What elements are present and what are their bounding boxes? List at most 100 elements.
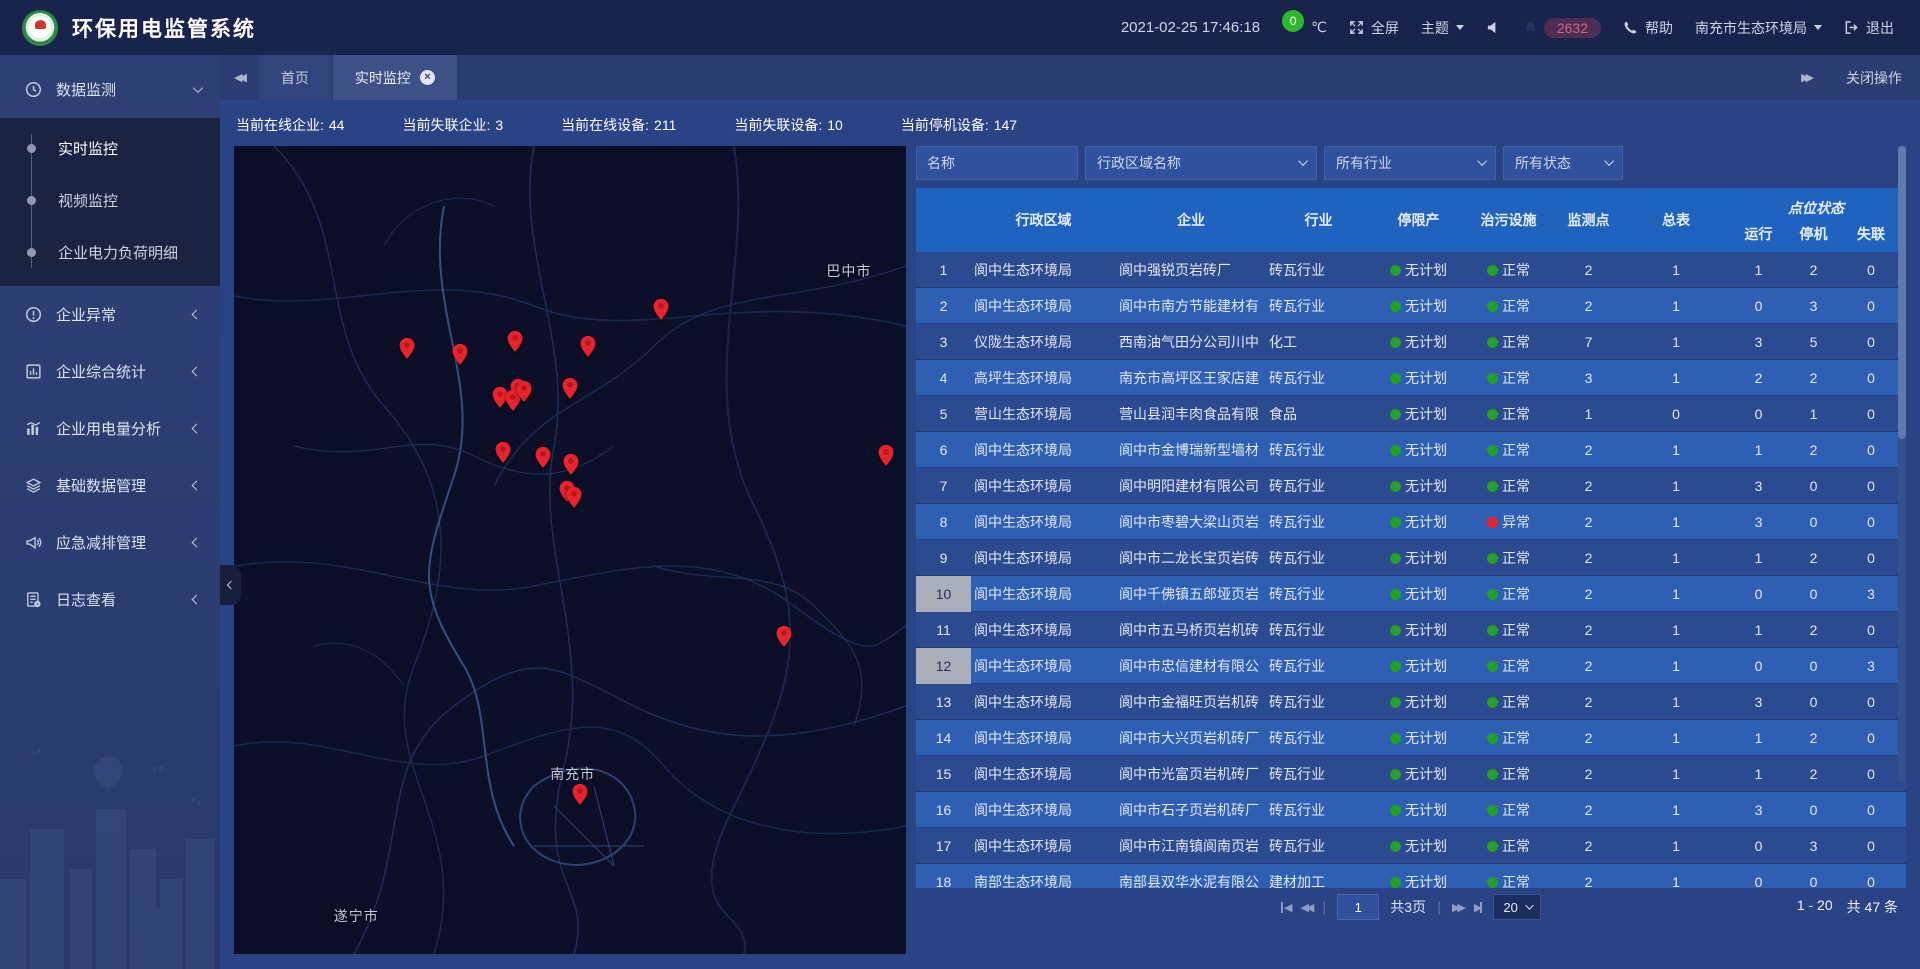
cell-industry: 砖瓦行业	[1266, 800, 1371, 820]
scrollbar-thumb[interactable]	[1898, 146, 1906, 439]
logout-button[interactable]: 退出	[1844, 18, 1894, 38]
page-size-select[interactable]: 20	[1493, 894, 1541, 920]
map-pin-icon[interactable]	[877, 444, 894, 467]
sidebar-item-log-view[interactable]: 日志查看	[0, 571, 220, 628]
table-row[interactable]: 2 阆中生态环境局 阆中市南方节能建材有 砖瓦行业 无计划 正常 2 1 0 3…	[916, 288, 1906, 324]
cell-stop-count: 0	[1791, 586, 1836, 602]
sidebar-item-emergency-reduction[interactable]: 应急减排管理	[0, 514, 220, 571]
layers-icon	[24, 477, 42, 495]
table-row[interactable]: 5 营山生态环境局 营山县润丰肉食品有限 食品 无计划 正常 1 0 0 1 0	[916, 396, 1906, 432]
chevron-left-icon	[192, 595, 202, 605]
table-header: 行政区域 企业 行业 停限产 治污设施 监测点 总表 点位状态 运行 停机 失联	[916, 188, 1906, 252]
map-panel[interactable]: 巴中市 南充市 遂宁市	[234, 146, 906, 954]
cell-stop-count: 2	[1791, 262, 1836, 278]
sidebar-item-company-abnormal[interactable]: 企业异常	[0, 286, 220, 343]
page-number-input[interactable]	[1337, 894, 1379, 920]
table-row[interactable]: 8 阆中生态环境局 阆中市枣碧大梁山页岩 砖瓦行业 无计划 异常 2 1 3 0…	[916, 504, 1906, 540]
notification-area[interactable]: 2632	[1523, 18, 1601, 38]
table-row[interactable]: 1 阆中生态环境局 阆中强锐页岩砖厂 砖瓦行业 无计划 正常 2 1 1 2 0	[916, 252, 1906, 288]
sidebar-collapse-button[interactable]	[220, 565, 241, 605]
cell-company: 阆中市忠信建材有限公	[1116, 656, 1266, 676]
row-number: 18	[916, 864, 971, 888]
table-row[interactable]: 15 阆中生态环境局 阆中市光富页岩机砖厂 砖瓦行业 无计划 正常 2 1 1 …	[916, 756, 1906, 792]
industry-filter-select[interactable]: 所有行业	[1324, 146, 1496, 180]
cell-limit-status: 无计划	[1371, 872, 1466, 888]
sidebar-item-data-monitoring[interactable]: 数据监测	[0, 61, 220, 118]
last-page-button[interactable]: ▶	[1474, 901, 1482, 914]
first-page-button[interactable]: ◀	[1281, 901, 1289, 914]
tab-close-icon[interactable]: ×	[420, 70, 435, 85]
sidebar-item-power-analysis[interactable]: 企业用电量分析	[0, 400, 220, 457]
tabs-scroll-left-button[interactable]: ◀◀	[234, 71, 243, 84]
table-row[interactable]: 11 阆中生态环境局 阆中市五马桥页岩机砖 砖瓦行业 无计划 正常 2 1 1 …	[916, 612, 1906, 648]
cell-monitor-count: 1	[1551, 406, 1626, 422]
close-operations-button[interactable]: 关闭操作	[1846, 68, 1902, 88]
sidebar-subitem-video-monitoring[interactable]: 视频监控	[0, 174, 220, 226]
cell-stop-count: 2	[1791, 766, 1836, 782]
map-pin-icon[interactable]	[451, 343, 468, 366]
bell-icon	[1523, 20, 1538, 35]
row-number: 3	[916, 324, 971, 360]
cell-lost-count: 3	[1836, 658, 1906, 674]
sidebar-item-company-statistics[interactable]: 企业综合统计	[0, 343, 220, 400]
cell-lost-count: 0	[1836, 298, 1906, 314]
name-filter-input[interactable]	[916, 146, 1078, 180]
sidebar-subitem-realtime-monitoring[interactable]: 实时监控	[0, 122, 220, 174]
map-pin-icon[interactable]	[535, 446, 552, 469]
table-row[interactable]: 6 阆中生态环境局 阆中市金博瑞新型墙材 砖瓦行业 无计划 正常 2 1 1 2…	[916, 432, 1906, 468]
map-pin-icon[interactable]	[775, 625, 792, 648]
help-button[interactable]: 帮助	[1623, 18, 1673, 38]
table-row[interactable]: 13 阆中生态环境局 阆中市金福旺页岩机砖 砖瓦行业 无计划 正常 2 1 3 …	[916, 684, 1906, 720]
map-pin-icon[interactable]	[506, 330, 523, 353]
tab-home[interactable]: 首页	[259, 55, 331, 100]
table-row[interactable]: 9 阆中生态环境局 阆中市二龙长宝页岩砖 砖瓦行业 无计划 正常 2 1 1 2…	[916, 540, 1906, 576]
table-row[interactable]: 14 阆中生态环境局 阆中市大兴页岩机砖厂 砖瓦行业 无计划 正常 2 1 1 …	[916, 720, 1906, 756]
map-pin-icon[interactable]	[562, 377, 579, 400]
table-row[interactable]: 4 高坪生态环境局 南充市高坪区王家店建 砖瓦行业 无计划 正常 3 1 2 2…	[916, 360, 1906, 396]
map-pin-icon[interactable]	[399, 337, 416, 360]
map-pin-icon[interactable]	[516, 380, 533, 403]
cell-industry: 砖瓦行业	[1266, 368, 1371, 388]
map-pin-icon[interactable]	[653, 298, 670, 321]
chevron-down-icon	[1525, 901, 1534, 910]
status-dot-icon	[1487, 265, 1498, 276]
table-scrollbar[interactable]	[1898, 146, 1906, 782]
theme-dropdown[interactable]: 主题	[1421, 18, 1464, 38]
table-row[interactable]: 16 阆中生态环境局 阆中市石子页岩机砖厂 砖瓦行业 无计划 正常 2 1 3 …	[916, 792, 1906, 828]
table-row[interactable]: 7 阆中生态环境局 阆中明阳建材有限公司 砖瓦行业 无计划 正常 2 1 3 0…	[916, 468, 1906, 504]
table-row[interactable]: 3 仪陇生态环境局 西南油气田分公司川中 化工 无计划 正常 7 1 3 5 0	[916, 324, 1906, 360]
cell-facility-status: 正常	[1466, 296, 1551, 316]
cell-company: 阆中市二龙长宝页岩砖	[1116, 548, 1266, 568]
col-facility: 治污设施	[1466, 210, 1551, 230]
table-row[interactable]: 10 阆中生态环境局 阆中千佛镇五郎垭页岩 砖瓦行业 无计划 正常 2 1 0 …	[916, 576, 1906, 612]
tab-realtime-monitoring[interactable]: 实时监控 ×	[333, 55, 457, 100]
next-page-button[interactable]: ▶▶	[1452, 901, 1463, 914]
cell-limit-status: 无计划	[1371, 836, 1466, 856]
status-dot-icon	[1487, 841, 1498, 852]
cell-company: 南部县双华水泥有限公	[1116, 872, 1266, 888]
map-pin-icon[interactable]	[572, 783, 589, 806]
fullscreen-button[interactable]: 全屏	[1349, 18, 1399, 38]
org-dropdown[interactable]: 南充市生态环境局	[1695, 18, 1822, 38]
cell-region: 阆中生态环境局	[971, 728, 1116, 748]
map-pin-icon[interactable]	[563, 453, 580, 476]
sidebar-subitem-power-load-detail[interactable]: 企业电力负荷明细	[0, 226, 220, 278]
table-row[interactable]: 18 南部生态环境局 南部县双华水泥有限公 建材加工 无计划 正常 2 1 0 …	[916, 864, 1906, 888]
map-pin-icon[interactable]	[494, 441, 511, 464]
cell-company: 西南油气田分公司川中	[1116, 332, 1266, 352]
status-dot-icon	[1487, 769, 1498, 780]
status-filter-select[interactable]: 所有状态	[1503, 146, 1623, 180]
region-filter-select[interactable]: 行政区域名称	[1085, 146, 1317, 180]
map-pin-icon[interactable]	[580, 335, 597, 358]
map-pin-icon[interactable]	[566, 486, 583, 509]
table-row[interactable]: 17 阆中生态环境局 阆中市江南镇阆南页岩 砖瓦行业 无计划 正常 2 1 0 …	[916, 828, 1906, 864]
sound-toggle-button[interactable]	[1486, 20, 1501, 35]
cell-company: 南充市高坪区王家店建	[1116, 368, 1266, 388]
tabs-scroll-right-button[interactable]: ▶▶	[1801, 71, 1810, 84]
status-dot-icon	[1390, 445, 1401, 456]
prev-page-button[interactable]: ◀◀	[1300, 901, 1311, 914]
cell-meter-count: 1	[1626, 334, 1726, 350]
table-row[interactable]: 12 阆中生态环境局 阆中市忠信建材有限公 砖瓦行业 无计划 正常 2 1 0 …	[916, 648, 1906, 684]
sidebar-item-base-data[interactable]: 基础数据管理	[0, 457, 220, 514]
row-number: 11	[916, 612, 971, 648]
